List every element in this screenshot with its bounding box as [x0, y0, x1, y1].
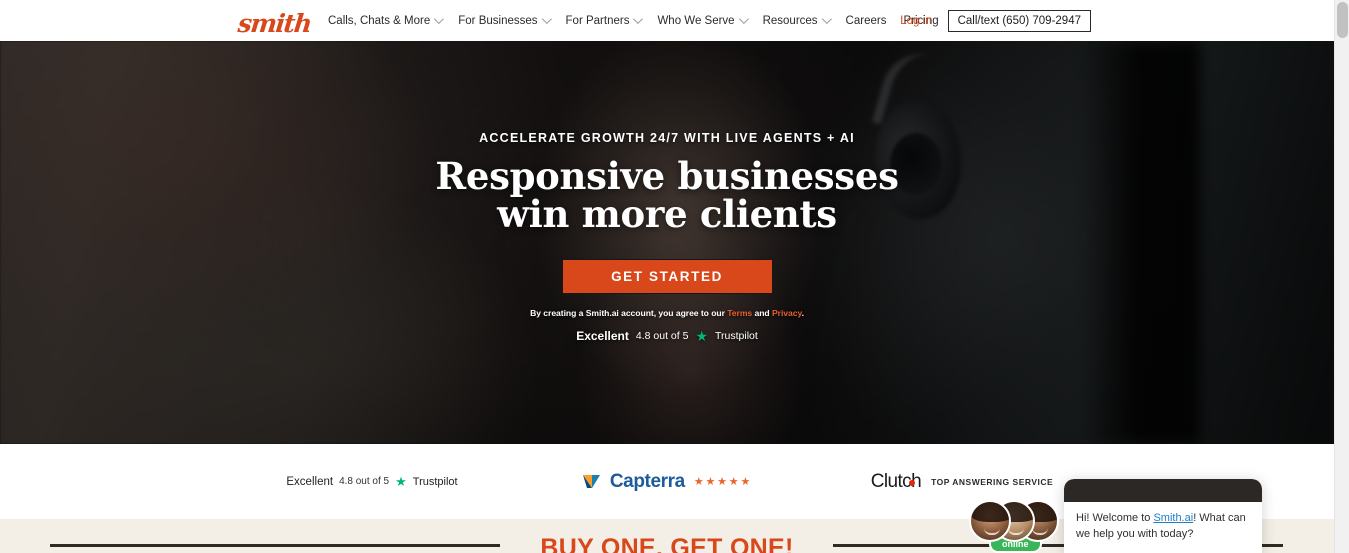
hero-headline-line-1: Responsive businesses: [435, 154, 899, 198]
trustpilot-star-icon: ★: [695, 328, 708, 345]
trustpilot-rating-word: Excellent: [576, 329, 629, 344]
chat-message-text: Hi! Welcome to Smith.ai! What can we hel…: [1064, 502, 1262, 553]
nav-item-who-we-serve[interactable]: Who We Serve: [657, 14, 749, 27]
nav-item-calls-chats-more[interactable]: Calls, Chats & More: [328, 14, 445, 27]
hero-headline-line-2: win more clients: [497, 191, 837, 236]
nav-item-label: For Partners: [565, 14, 630, 27]
call-text-phone-button[interactable]: Call/text (650) 709-2947: [947, 9, 1091, 32]
nav-item-for-partners[interactable]: For Partners: [565, 14, 644, 27]
hero-eyebrow: ACCELERATE GROWTH 24/7 WITH LIVE AGENTS …: [479, 131, 855, 145]
capterra-brand-label: Capterra: [609, 470, 685, 492]
nav-item-for-businesses[interactable]: For Businesses: [458, 14, 552, 27]
avatar-hair: [971, 502, 1009, 522]
avatar-smile: [984, 528, 1000, 535]
avatar-smile: [1008, 528, 1024, 535]
page-root: smith Calls, Chats & More For Businesses…: [0, 0, 1349, 553]
legal-suffix: .: [801, 308, 804, 319]
chat-agent-avatars[interactable]: online: [969, 495, 1059, 553]
trustpilot-rating-word: Excellent: [286, 475, 334, 488]
nav-item-label: For Businesses: [458, 14, 538, 27]
badge-capterra[interactable]: Capterra ★★★★★: [522, 470, 812, 494]
trustpilot-brand-label: Trustpilot: [412, 475, 458, 488]
top-navigation-bar: smith Calls, Chats & More For Businesses…: [0, 0, 1334, 41]
login-link[interactable]: Log in: [900, 15, 931, 27]
trustpilot-star-icon: ★: [395, 474, 407, 489]
clutch-red-dot-icon: [908, 479, 915, 486]
smith-logo[interactable]: smith: [236, 9, 312, 38]
chat-message-bubble[interactable]: Hi! Welcome to Smith.ai! What can we hel…: [1064, 479, 1262, 553]
badge-trustpilot[interactable]: Excellent 4.8 out of 5 ★ Trustpilot: [222, 475, 522, 488]
terms-link[interactable]: Terms: [727, 308, 752, 318]
capterra-stars-icon: ★★★★★: [693, 476, 753, 488]
hero-content: ACCELERATE GROWTH 24/7 WITH LIVE AGENTS …: [0, 41, 1334, 444]
chevron-down-icon: [821, 14, 832, 25]
scrollbar-thumb[interactable]: [1337, 2, 1348, 38]
smith-ai-link[interactable]: Smith.ai: [1153, 512, 1193, 524]
page-scrollbar[interactable]: [1334, 0, 1349, 553]
get-started-button[interactable]: GET STARTED: [561, 259, 773, 295]
trustpilot-brand-label: Trustpilot: [715, 330, 758, 343]
trustpilot-score: 4.8 out of 5: [635, 330, 689, 343]
legal-prefix: By creating a Smith.ai account, you agre…: [530, 308, 728, 319]
hero-trustpilot-rating[interactable]: Excellent 4.8 out of 5 ★ Trustpilot: [576, 329, 758, 343]
nav-right-actions: Log in Call/text (650) 709-2947: [900, 0, 1091, 41]
nav-item-label: Careers: [845, 14, 887, 27]
nav-item-careers[interactable]: Careers: [846, 15, 887, 27]
nav-item-label: Calls, Chats & More: [328, 14, 431, 27]
chevron-down-icon: [738, 14, 749, 25]
nav-item-label: Resources: [762, 14, 818, 27]
chat-message-prefix: Hi! Welcome to: [1076, 512, 1154, 525]
clutch-tagline: TOP ANSWERING SERVICE: [931, 476, 1054, 487]
avatar-smile: [1032, 528, 1048, 535]
hero-section: ACCELERATE GROWTH 24/7 WITH LIVE AGENTS …: [0, 41, 1334, 444]
trustpilot-score: 4.8 out of 5: [339, 476, 390, 487]
hero-headline: Responsive businesses win more clients: [435, 154, 899, 236]
clutch-brand-label: Clutch: [871, 471, 922, 493]
nav-item-resources[interactable]: Resources: [762, 14, 832, 27]
chevron-down-icon: [434, 14, 445, 25]
chevron-down-icon: [541, 14, 552, 25]
privacy-link[interactable]: Privacy: [772, 308, 802, 318]
capterra-flag-icon: [582, 470, 601, 494]
chat-bubble-header: [1064, 479, 1262, 503]
chevron-down-icon: [633, 14, 644, 25]
nav-links: Calls, Chats & More For Businesses For P…: [328, 0, 939, 41]
nav-item-label: Who We Serve: [657, 14, 735, 27]
legal-middle: and: [752, 308, 772, 319]
chat-widget[interactable]: online Hi! Welcome to Smith.ai! What can…: [969, 479, 1334, 553]
avatar: [969, 500, 1011, 542]
hero-legal-text: By creating a Smith.ai account, you agre…: [530, 308, 804, 318]
